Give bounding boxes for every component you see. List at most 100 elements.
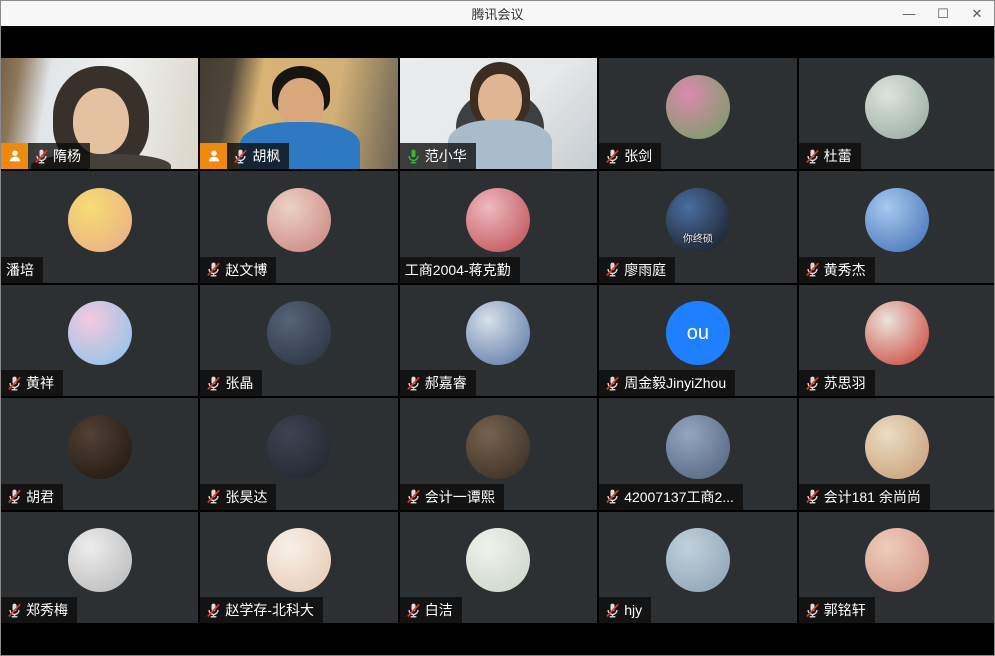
window-controls: — ☐ ✕ [892,1,994,26]
participant-name: 周金毅JinyiZhou [624,373,726,393]
participant-name: 张剑 [624,146,652,166]
avatar [666,528,730,592]
participant-tile-12[interactable]: 张晶 [200,285,397,396]
participant-tile-10[interactable]: 黄秀杰 [799,171,995,282]
participant-label: 廖雨庭 [599,257,675,283]
participant-name: 胡君 [26,487,54,507]
mic-muted-icon [6,488,23,505]
participant-label: 赵学存-北科大 [200,597,323,623]
participant-name: 黄秀杰 [824,260,866,280]
participant-tile-6[interactable]: 潘培 [1,171,198,282]
avatar [68,528,132,592]
avatar [267,188,331,252]
mic-muted-icon [804,602,821,619]
participant-name: 张晶 [225,373,253,393]
avatar [68,301,132,365]
minimize-button[interactable]: — [892,1,926,26]
avatar [466,188,530,252]
participant-tile-11[interactable]: 黄祥 [1,285,198,396]
participant-label: 范小华 [400,143,476,169]
avatar [68,188,132,252]
participant-tile-5[interactable]: 杜蕾 [799,58,995,169]
participant-name: 黄祥 [26,373,54,393]
participant-label: 白洁 [400,597,462,623]
participant-tile-25[interactable]: 郭铭轩 [799,512,995,623]
maximize-icon: ☐ [937,6,949,22]
participant-name: 张昊达 [225,487,267,507]
mic-muted-icon [405,488,422,505]
participant-tile-3[interactable]: 范小华 [400,58,597,169]
mic-active-icon [405,148,422,165]
mic-muted-icon [33,148,50,165]
participant-label: 杜蕾 [799,143,861,169]
participant-label: 郑秀梅 [1,597,77,623]
participant-label: 隋杨 [28,143,90,169]
participant-name: 郭铭轩 [824,600,866,620]
minimize-icon: — [903,6,916,21]
participant-label: 张剑 [599,143,661,169]
close-button[interactable]: ✕ [960,1,994,26]
mic-muted-icon [804,261,821,278]
participant-tile-17[interactable]: 张昊达 [200,398,397,509]
participant-tile-15[interactable]: 苏思羽 [799,285,995,396]
mic-muted-icon [604,488,621,505]
participant-name: 白洁 [425,600,453,620]
avatar [466,528,530,592]
participant-label: 张昊达 [200,484,276,510]
participant-tile-8[interactable]: 工商2004-蒋克勤 [400,171,597,282]
participant-label: 黄秀杰 [799,257,875,283]
mic-muted-icon [804,488,821,505]
maximize-button[interactable]: ☐ [926,1,960,26]
participant-tile-20[interactable]: 会计181 余尚尚 [799,398,995,509]
avatar: ou [666,301,730,365]
mic-muted-icon [604,261,621,278]
avatar [666,415,730,479]
participant-tile-13[interactable]: 郝嘉睿 [400,285,597,396]
participant-name: 郑秀梅 [26,600,68,620]
participant-label: 潘培 [1,257,43,283]
participant-name: 42007137工商2... [624,487,734,507]
participant-tile-23[interactable]: 白洁 [400,512,597,623]
participant-name: 赵文博 [225,260,267,280]
mic-muted-icon [6,602,23,619]
participant-tile-2[interactable]: 胡枫 [200,58,397,169]
participant-name: 胡枫 [252,146,280,166]
close-icon: ✕ [972,6,983,22]
avatar [466,415,530,479]
title-bar[interactable]: 腾讯会议 — ☐ ✕ [1,1,994,26]
avatar [267,301,331,365]
avatar [865,75,929,139]
participant-grid: 隋杨 胡枫 [1,58,995,623]
participant-tile-19[interactable]: 42007137工商2... [599,398,796,509]
participant-name: 隋杨 [53,146,81,166]
participant-tile-4[interactable]: 张剑 [599,58,796,169]
participant-label: 郝嘉睿 [400,370,476,396]
participant-tile-9[interactable]: 你终硕 廖雨庭 [599,171,796,282]
participant-name: 会计一谭熙 [425,487,495,507]
mic-muted-icon [804,375,821,392]
video-area: 隋杨 胡枫 [1,26,994,655]
mic-muted-icon [205,602,222,619]
mic-muted-icon [232,148,249,165]
participant-tile-16[interactable]: 胡君 [1,398,198,509]
participant-name: 会计181 余尚尚 [824,487,921,507]
participant-name: 杜蕾 [824,146,852,166]
participant-tile-24[interactable]: hjy [599,512,796,623]
avatar [466,301,530,365]
mic-muted-icon [205,261,222,278]
avatar: 你终硕 [666,188,730,252]
avatar-text: ou [687,322,709,345]
participant-tile-1[interactable]: 隋杨 [1,58,198,169]
participant-tile-22[interactable]: 赵学存-北科大 [200,512,397,623]
participant-tile-18[interactable]: 会计一谭熙 [400,398,597,509]
host-badge-icon [200,143,227,169]
participant-tile-21[interactable]: 郑秀梅 [1,512,198,623]
participant-name: 赵学存-北科大 [225,600,314,620]
participant-name: 工商2004-蒋克勤 [405,260,511,280]
participant-label: 胡枫 [227,143,289,169]
avatar [267,415,331,479]
participant-label: 会计181 余尚尚 [799,484,930,510]
participant-tile-14[interactable]: ou 周金毅JinyiZhou [599,285,796,396]
avatar [267,528,331,592]
participant-tile-7[interactable]: 赵文博 [200,171,397,282]
